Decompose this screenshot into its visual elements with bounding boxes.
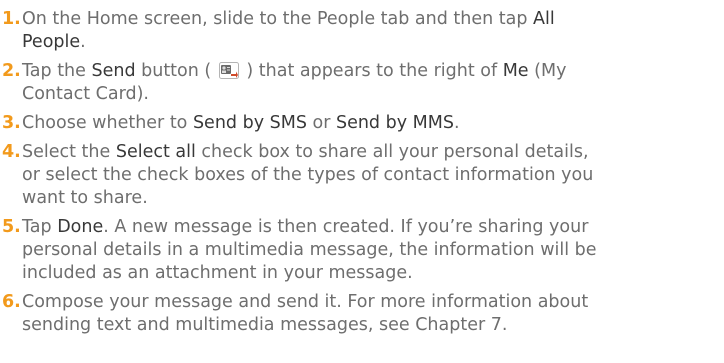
step-number: 6. <box>2 292 21 312</box>
all-people-term: All <box>533 9 555 29</box>
step-number: 4. <box>2 142 21 162</box>
select-all-term: Select all <box>115 142 196 162</box>
done-term: Done <box>57 217 104 237</box>
step-text: Tap the Send button ( ) that appears to … <box>22 61 567 104</box>
send-by-mms-term: Send by MMS <box>335 113 454 133</box>
step-number: 5. <box>2 217 21 237</box>
step-text: Tap Done. A new message is then created.… <box>22 217 597 283</box>
step-text: On the Home screen, slide to the People … <box>22 9 555 52</box>
step-text: Choose whether to Send by SMS or Send by… <box>22 113 460 133</box>
me-term: Me <box>502 61 529 81</box>
step-number: 1. <box>2 9 21 29</box>
send-term: Send <box>91 61 136 81</box>
step-text: Select the Select all check box to share… <box>22 142 594 208</box>
step-number: 3. <box>2 113 21 133</box>
all-people-term-cont: People <box>22 32 81 52</box>
step-number: 2. <box>2 61 21 81</box>
step-text: Compose your message and send it. For mo… <box>22 292 589 335</box>
send-by-sms-term: Send by SMS <box>192 113 307 133</box>
send-contact-card-icon <box>218 62 239 79</box>
